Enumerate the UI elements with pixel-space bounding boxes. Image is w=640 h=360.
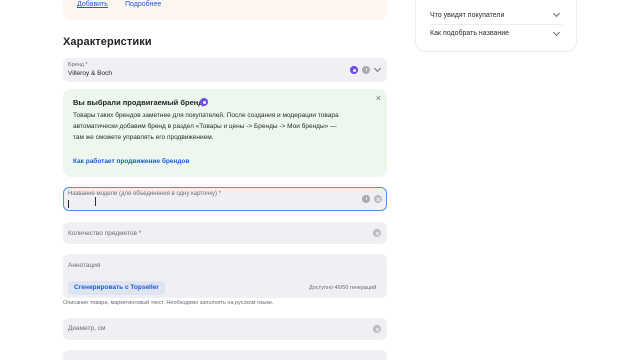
diameter-input[interactable]: Диаметр, см [63, 318, 387, 340]
add-link[interactable]: Добавить [77, 1, 108, 8]
clear-icon[interactable] [374, 195, 382, 203]
promo-link[interactable]: Как работает продвижение брендов [73, 158, 189, 165]
chevron-down-icon[interactable] [552, 28, 561, 37]
quantity-label: Количество предметов * [68, 230, 142, 237]
annotation-label: Аннотация [68, 262, 101, 269]
chevron-down-icon[interactable] [552, 9, 561, 18]
help-item-choose-name[interactable]: Как подобрать название [430, 30, 509, 37]
clear-icon[interactable] [373, 325, 381, 333]
promoted-brand-notice: Вы выбрали продвигаемый бренд Товары так… [63, 89, 387, 177]
brand-select[interactable]: Бренд * Villeroy & Boch [63, 58, 387, 82]
info-icon[interactable] [362, 66, 370, 74]
chevron-down-icon[interactable] [373, 64, 382, 73]
help-panel: Что увидят покупатели Как подобрать назв… [415, 0, 577, 52]
generation-counter: Доступно 46/50 генераций [309, 285, 377, 291]
mouse-cursor-icon [95, 197, 96, 206]
quantity-input[interactable]: Количество предметов * [63, 222, 387, 244]
more-link[interactable]: Подробнее [125, 1, 161, 8]
model-name-input[interactable]: Название модели (для объединения в одну … [63, 187, 387, 211]
next-field[interactable] [63, 350, 387, 360]
top-card: Добавить Подробнее [63, 0, 387, 20]
divider [430, 24, 562, 25]
generate-button[interactable]: Сгенерировать с Topseller [68, 281, 165, 295]
brand-label: Бренд * [68, 62, 88, 68]
info-icon[interactable] [362, 195, 370, 203]
model-name-label: Название модели (для объединения в одну … [68, 191, 222, 197]
promo-body: Товары таких брендов заметнее для покупа… [73, 112, 339, 141]
promo-title: Вы выбрали продвигаемый бренд [73, 98, 204, 107]
section-title: Характеристики [63, 36, 152, 48]
promoted-brand-icon [350, 66, 358, 74]
close-icon[interactable]: × [376, 93, 381, 103]
help-item-buyers-view[interactable]: Что увидят покупатели [430, 12, 504, 19]
clear-icon[interactable] [373, 229, 381, 237]
text-caret [68, 200, 69, 208]
brand-value: Villeroy & Boch [68, 70, 112, 77]
promoted-brand-icon [200, 98, 208, 106]
diameter-label: Диаметр, см [68, 325, 106, 332]
annotation-hint: Описание товара, маркетинговый текст. Не… [63, 300, 274, 306]
